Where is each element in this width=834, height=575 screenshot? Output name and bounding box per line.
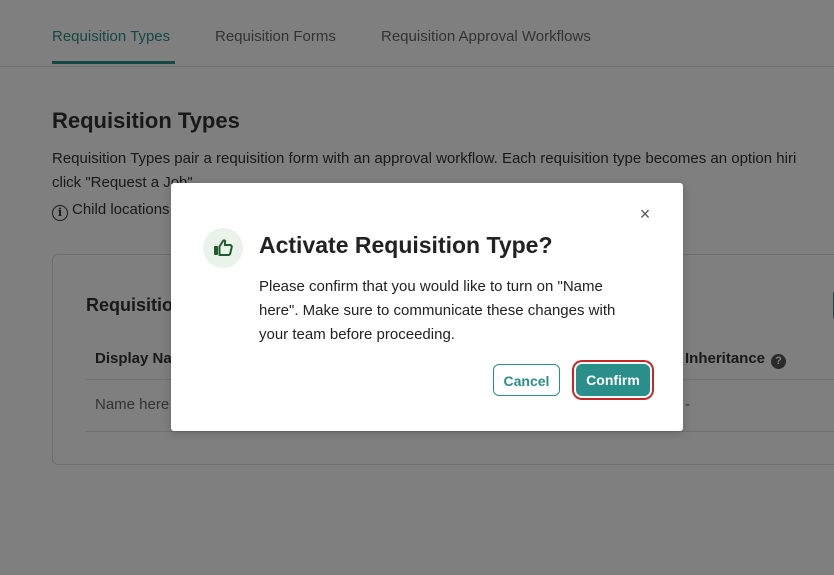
thumbs-up-icon (203, 228, 243, 268)
confirm-button[interactable]: Confirm (576, 364, 650, 396)
cancel-button[interactable]: Cancel (493, 364, 560, 396)
activate-requisition-type-dialog: × Activate Requisition Type? Please conf… (171, 183, 683, 431)
close-icon[interactable]: × (637, 205, 653, 223)
dialog-message: Please confirm that you would like to tu… (259, 278, 616, 343)
dialog-title: Activate Requisition Type? (259, 232, 553, 258)
thumbs-up-icon-svg (214, 239, 233, 256)
